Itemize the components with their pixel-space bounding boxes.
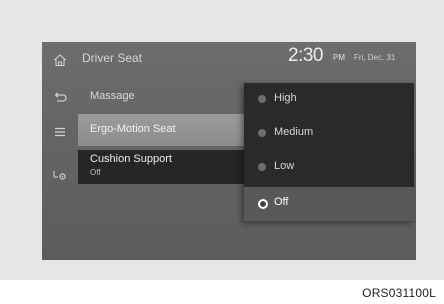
home-icon[interactable] [52, 52, 68, 68]
menu-item-label: Massage [90, 90, 135, 102]
level-popup: High Medium Low Off [244, 83, 414, 221]
clock-date: Fri, Dec. 31 [354, 53, 396, 62]
option-off[interactable]: Off [244, 187, 414, 221]
radio-icon [258, 163, 266, 171]
infotainment-screen: Driver Seat 2:30 PM Fri, Dec. 31 Massage… [42, 42, 416, 260]
option-low[interactable]: Low [244, 151, 414, 185]
settings-icon[interactable] [52, 166, 68, 182]
clock-time: 2:30 [288, 45, 323, 66]
back-icon[interactable] [52, 90, 68, 106]
radio-icon [258, 129, 266, 137]
radio-selected-icon [258, 199, 268, 209]
option-label: Medium [274, 126, 314, 138]
figure-code: ORS031100L [362, 286, 436, 300]
option-label: Low [274, 160, 295, 172]
menu-item-label: Ergo-Motion Seat [90, 123, 176, 135]
figure-frame: Driver Seat 2:30 PM Fri, Dec. 31 Massage… [0, 0, 444, 280]
clock-ampm: PM [333, 53, 345, 62]
menu-icon[interactable] [52, 124, 68, 140]
option-high[interactable]: High [244, 83, 414, 117]
page-title: Driver Seat [82, 51, 143, 65]
option-label: Off [274, 196, 289, 208]
option-label: High [274, 92, 297, 104]
status-bar: Driver Seat 2:30 PM Fri, Dec. 31 [42, 42, 416, 74]
option-medium[interactable]: Medium [244, 117, 414, 151]
radio-icon [258, 95, 266, 103]
menu-item-value: Off [90, 168, 101, 177]
menu-item-label: Cushion Support [90, 153, 172, 165]
